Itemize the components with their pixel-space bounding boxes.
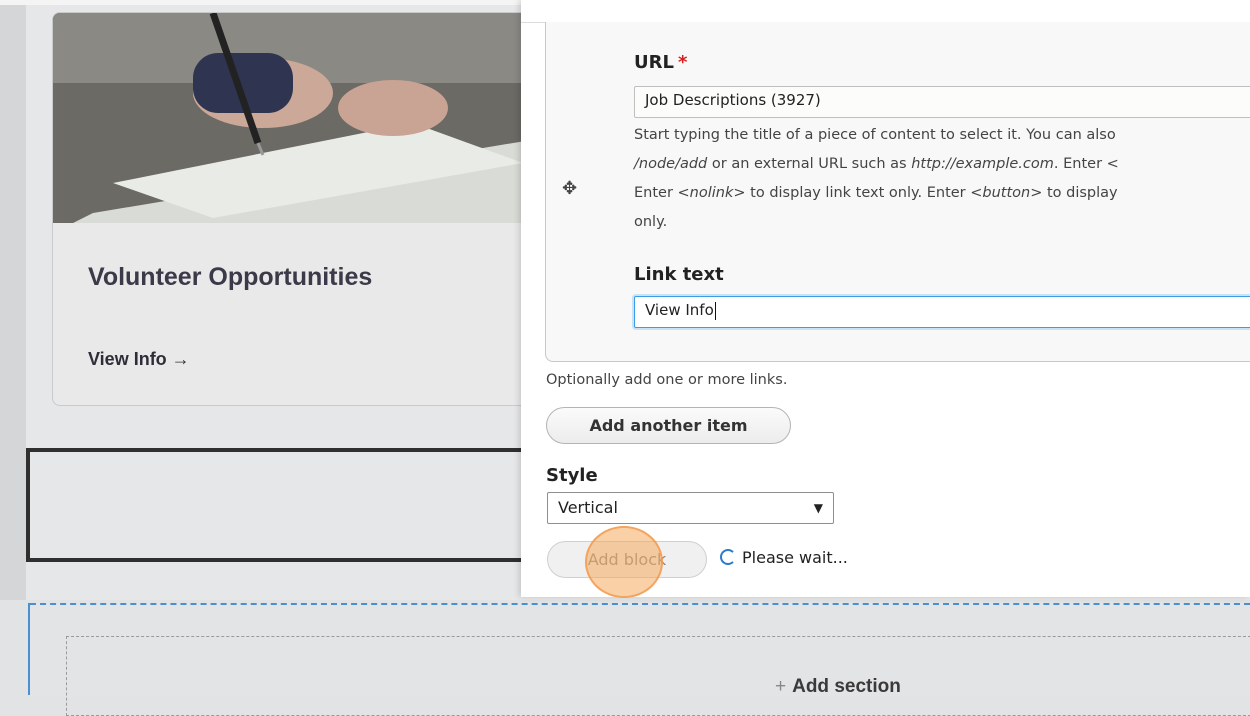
- url-desc-text: to display link text only. Enter: [745, 185, 971, 201]
- volunteer-card: Volunteer Opportunities View Info →: [52, 12, 572, 406]
- link-text-value: View Info: [645, 301, 714, 319]
- node-add-text: /node/add: [634, 156, 708, 172]
- style-label: Style: [546, 465, 598, 486]
- link-text-input[interactable]: View Info: [634, 296, 1250, 328]
- move-icon[interactable]: ✥: [562, 178, 577, 199]
- url-desc-line-2: /node/add or an external URL such as htt…: [634, 150, 1119, 179]
- add-block-button[interactable]: Add block: [547, 541, 707, 578]
- url-desc-line-4: only.: [634, 214, 668, 230]
- url-desc-text: or an external URL such as: [707, 156, 912, 172]
- style-select[interactable]: Vertical ▼: [547, 492, 834, 524]
- example-url-text: http://example.com: [911, 156, 1054, 172]
- links-help-text: Optionally add one or more links.: [546, 372, 788, 388]
- url-input-value: Job Descriptions (3927): [645, 91, 821, 109]
- url-desc-line-3: Enter <nolink> to display link text only…: [634, 179, 1119, 208]
- url-input[interactable]: Job Descriptions (3927): [634, 86, 1250, 118]
- required-marker: *: [677, 52, 688, 73]
- url-desc-text: to display: [1042, 185, 1118, 201]
- url-description: Start typing the title of a piece of con…: [634, 121, 1119, 237]
- text-caret: [714, 301, 716, 320]
- url-label: URL *: [634, 52, 687, 73]
- left-rail: [0, 5, 26, 600]
- url-desc-line-1: Start typing the title of a piece of con…: [634, 127, 1116, 143]
- add-section-label: Add section: [792, 676, 901, 697]
- button-text: <button>: [970, 185, 1043, 201]
- link-text-label: Link text: [634, 264, 724, 285]
- chevron-down-icon: ▼: [813, 501, 823, 515]
- plus-icon: +: [775, 676, 787, 697]
- please-wait-indicator: Please wait...: [720, 548, 848, 567]
- card-title: Volunteer Opportunities: [88, 263, 373, 291]
- url-desc-text: Enter: [634, 185, 678, 201]
- view-info-link[interactable]: View Info →: [88, 349, 190, 370]
- card-image: [53, 13, 571, 223]
- nolink-text: <nolink>: [677, 185, 746, 201]
- url-label-text: URL: [634, 52, 674, 73]
- please-wait-text: Please wait...: [742, 548, 848, 567]
- selected-block-placeholder[interactable]: [26, 448, 546, 562]
- style-select-value: Vertical: [558, 498, 618, 517]
- add-section-zone: [66, 636, 1250, 716]
- spinner-icon: [720, 549, 736, 565]
- add-another-item-button[interactable]: Add another item: [546, 407, 791, 444]
- url-desc-text: . Enter <: [1053, 156, 1119, 172]
